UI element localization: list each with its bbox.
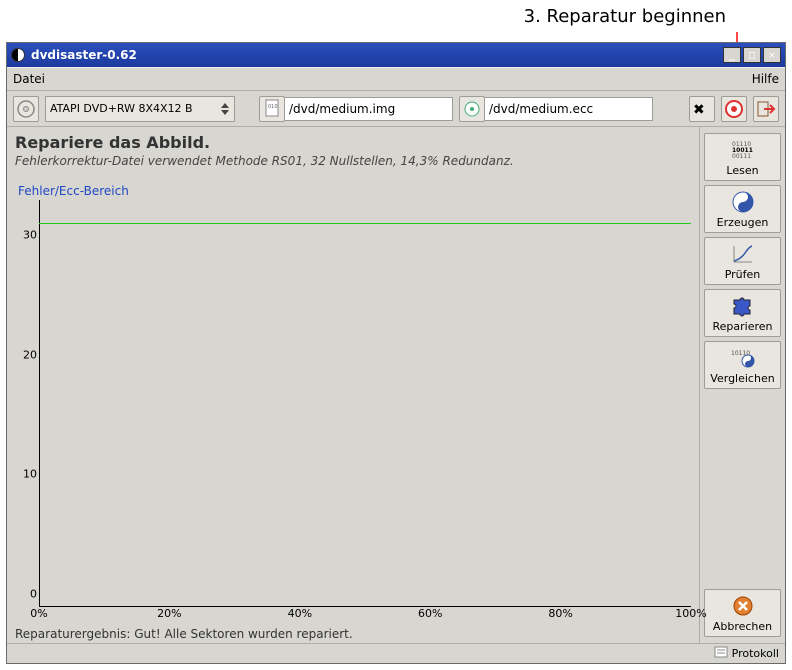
titlebar: dvdisaster-0.62 _ □ ✕ [7,43,785,67]
error-chart: 0102030 0%20%40%60%80%100% [39,200,691,607]
cancel-button[interactable]: Abbrechen [704,589,781,637]
drive-select[interactable]: ATAPI DVD+RW 8X4X12 B [45,96,235,122]
toolbar: ATAPI DVD+RW 8X4X12 B 010 ✖ [7,91,785,127]
create-button[interactable]: Erzeugen [704,185,781,233]
img-file-icon[interactable]: 010 [259,96,285,122]
menu-file[interactable]: Datei [13,72,45,86]
cancel-icon [730,594,756,618]
status-heading: Repariere das Abbild. [15,133,691,152]
main-panel: Repariere das Abbild. Fehlerkorrektur-Da… [7,127,699,643]
minimize-button[interactable]: _ [723,47,741,63]
close-button[interactable]: ✕ [763,47,781,63]
action-sidebar: 011101001100111 Lesen Erzeugen Prüfen Re… [699,127,785,643]
chart-title: Fehler/Ecc-Bereich [18,184,691,198]
help-icon[interactable] [721,96,747,122]
menu-help[interactable]: Hilfe [752,72,779,86]
protocol-icon [714,645,728,662]
app-icon [11,48,25,62]
puzzle-icon [730,294,756,318]
status-subheading: Fehlerkorrektur-Datei verwendet Methode … [15,154,691,168]
repair-button[interactable]: Reparieren [704,289,781,337]
check-button[interactable]: Prüfen [704,237,781,285]
exit-icon[interactable] [753,96,779,122]
drive-select-value: ATAPI DVD+RW 8X4X12 B [50,102,193,115]
compare-icon: 10110 [730,346,756,370]
statusbar: Protokoll [7,643,785,663]
svg-text:010: 010 [268,104,278,110]
ecc-file-icon[interactable] [459,96,485,122]
compare-button[interactable]: 10110 Vergleichen [704,341,781,389]
external-annotation: 3. Reparatur beginnen [524,6,726,27]
ecc-path-input[interactable] [485,97,653,121]
drive-icon[interactable] [13,96,39,122]
binary-icon: 011101001100111 [730,138,756,162]
img-path-input[interactable] [285,97,453,121]
result-text: Reparaturergebnis: Gut! Alle Sektoren wu… [15,627,691,641]
yinyang-icon [730,190,756,214]
window-title: dvdisaster-0.62 [31,48,137,62]
protocol-label[interactable]: Protokoll [732,647,779,660]
svg-text:✖: ✖ [693,102,705,118]
svg-text:00111: 00111 [732,153,751,160]
read-button[interactable]: 011101001100111 Lesen [704,133,781,181]
settings-icon[interactable]: ✖ [689,96,715,122]
combo-arrows-icon [218,98,232,120]
curve-icon [730,242,756,266]
menubar: Datei Hilfe [7,67,785,91]
maximize-button[interactable]: □ [743,47,761,63]
main-window: dvdisaster-0.62 _ □ ✕ Datei Hilfe ATAPI … [6,42,786,664]
